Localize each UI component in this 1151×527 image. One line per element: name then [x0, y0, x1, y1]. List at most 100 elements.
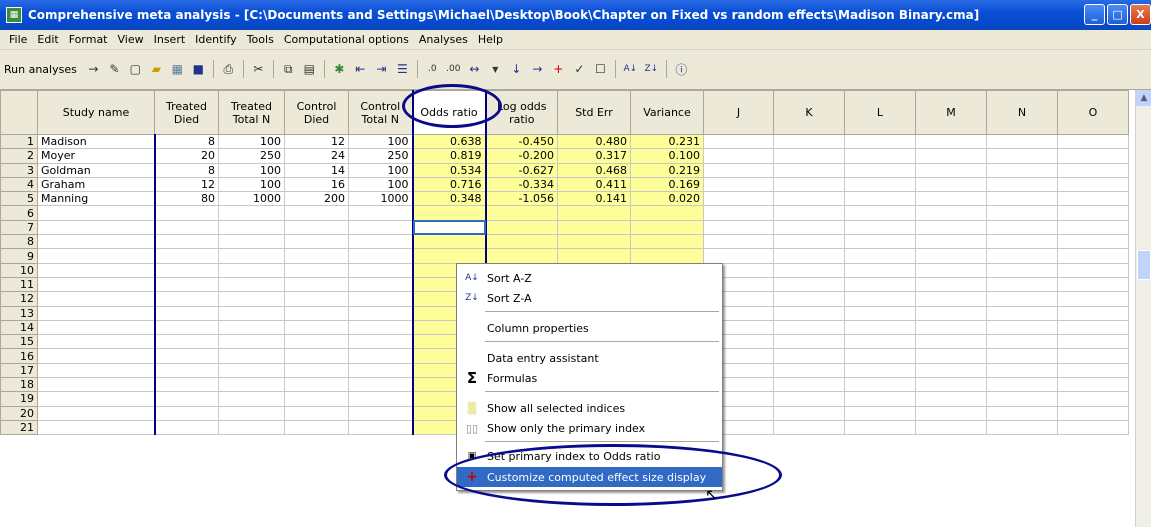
run-analyses-button[interactable]: Run analyses — [4, 63, 77, 76]
copy-icon[interactable]: ⧉ — [279, 60, 298, 79]
row-number[interactable]: 19 — [0, 391, 38, 407]
empty-cell[interactable] — [1057, 205, 1129, 221]
menu-insert[interactable]: Insert — [149, 33, 191, 46]
check-icon[interactable]: ✓ — [570, 60, 589, 79]
empty-cell[interactable] — [284, 291, 349, 307]
empty-cell[interactable] — [218, 348, 285, 364]
empty-cell[interactable] — [218, 419, 285, 436]
open-folder-icon[interactable]: ▰ — [147, 60, 166, 79]
empty-cell[interactable] — [284, 276, 349, 293]
empty-cell[interactable] — [773, 234, 845, 250]
empty-cell[interactable] — [1057, 348, 1129, 364]
empty-cell[interactable] — [218, 319, 285, 336]
info-icon[interactable]: ⓘ — [672, 60, 691, 79]
empty-cell[interactable] — [915, 248, 987, 264]
empty-cell[interactable] — [153, 334, 219, 350]
empty-cell[interactable] — [1057, 291, 1129, 307]
empty-cell[interactable] — [153, 391, 219, 407]
empty-cell[interactable] — [773, 291, 845, 307]
empty-cell[interactable] — [153, 219, 219, 236]
empty-cell[interactable] — [348, 234, 413, 250]
empty-cell[interactable] — [915, 405, 987, 421]
empty-cell[interactable] — [844, 362, 916, 379]
header-treated-total-n[interactable]: Treated Total N — [218, 90, 285, 135]
empty-cell[interactable] — [844, 419, 916, 436]
menu-computational-options[interactable]: Computational options — [279, 33, 414, 46]
empty-cell[interactable] — [773, 319, 845, 336]
empty-cell[interactable] — [1057, 377, 1129, 393]
header-col-j[interactable]: J — [703, 90, 774, 135]
scroll-up-icon[interactable]: ▲ — [1136, 90, 1151, 106]
empty-cell[interactable] — [915, 234, 987, 250]
cell-lor[interactable]: -1.056 — [485, 191, 558, 207]
empty-cell[interactable] — [844, 276, 916, 293]
empty-cell[interactable] — [153, 205, 219, 221]
empty-cell[interactable] — [1057, 248, 1129, 264]
empty-cell[interactable] — [844, 291, 916, 307]
empty-cell[interactable] — [773, 334, 845, 350]
empty-cell[interactable] — [37, 262, 155, 278]
row-number[interactable]: 6 — [0, 205, 38, 221]
empty-cell[interactable] — [348, 205, 413, 221]
menu-customize-effect-size-display[interactable]: + Customize computed effect size display — [457, 467, 722, 487]
cell-lor[interactable]: -0.334 — [485, 176, 558, 193]
empty-cell[interactable] — [844, 405, 916, 421]
empty-cell[interactable] — [773, 148, 845, 164]
empty-cell[interactable] — [915, 162, 987, 178]
empty-cell[interactable] — [348, 219, 413, 236]
empty-cell[interactable] — [348, 419, 413, 436]
empty-cell[interactable] — [915, 133, 987, 150]
empty-cell[interactable] — [153, 291, 219, 307]
empty-cell[interactable] — [218, 248, 285, 264]
empty-cell[interactable] — [915, 362, 987, 379]
empty-cell[interactable] — [218, 334, 285, 350]
empty-cell[interactable] — [915, 334, 987, 350]
empty-cell[interactable] — [915, 305, 987, 321]
header-std-err[interactable]: Std Err — [557, 90, 631, 135]
empty-cell[interactable] — [1057, 419, 1129, 436]
empty-cell[interactable] — [284, 248, 349, 264]
empty-cell[interactable] — [37, 391, 155, 407]
empty-cell[interactable] — [1057, 219, 1129, 236]
sort-ascending-icon[interactable]: A↓ — [621, 60, 640, 79]
empty-cell[interactable] — [844, 319, 916, 336]
new-file-icon[interactable]: ▢ — [126, 60, 145, 79]
empty-cell[interactable] — [485, 248, 558, 264]
header-control-died[interactable]: Control Died — [284, 90, 349, 135]
empty-cell[interactable] — [630, 234, 704, 250]
empty-cell[interactable] — [557, 248, 631, 264]
empty-cell[interactable] — [703, 176, 774, 193]
empty-cell[interactable] — [218, 377, 285, 393]
header-col-k[interactable]: K — [773, 90, 845, 135]
cell-study[interactable]: Moyer — [37, 148, 155, 164]
empty-cell[interactable] — [1057, 276, 1129, 293]
empty-cell[interactable] — [1057, 176, 1129, 193]
empty-cell[interactable] — [773, 133, 845, 150]
empty-cell[interactable] — [153, 262, 219, 278]
empty-cell[interactable] — [284, 334, 349, 350]
empty-cell[interactable] — [153, 362, 219, 379]
cut-icon[interactable]: ✂ — [249, 60, 268, 79]
empty-cell[interactable] — [703, 219, 774, 236]
empty-cell[interactable] — [37, 234, 155, 250]
empty-cell[interactable] — [844, 148, 916, 164]
row-number[interactable]: 10 — [0, 262, 38, 278]
empty-cell[interactable] — [986, 291, 1058, 307]
empty-cell[interactable] — [1057, 262, 1129, 278]
cell-cn[interactable]: 100 — [348, 176, 413, 193]
empty-cell[interactable] — [284, 205, 349, 221]
menu-show-primary-index[interactable]: ▯▯ Show only the primary index — [457, 418, 722, 438]
empty-cell[interactable] — [153, 234, 219, 250]
empty-cell[interactable] — [915, 391, 987, 407]
checkbox-icon[interactable]: ☐ — [591, 60, 610, 79]
empty-cell[interactable] — [844, 262, 916, 278]
empty-cell[interactable] — [411, 205, 487, 221]
cell-or[interactable]: 0.638 — [411, 133, 487, 150]
empty-cell[interactable] — [915, 377, 987, 393]
menu-view[interactable]: View — [113, 33, 149, 46]
cell-cd[interactable]: 12 — [284, 133, 349, 150]
run-arrow-icon[interactable]: → — [84, 60, 103, 79]
empty-cell[interactable] — [844, 377, 916, 393]
empty-cell[interactable] — [348, 362, 413, 379]
empty-cell[interactable] — [773, 248, 845, 264]
